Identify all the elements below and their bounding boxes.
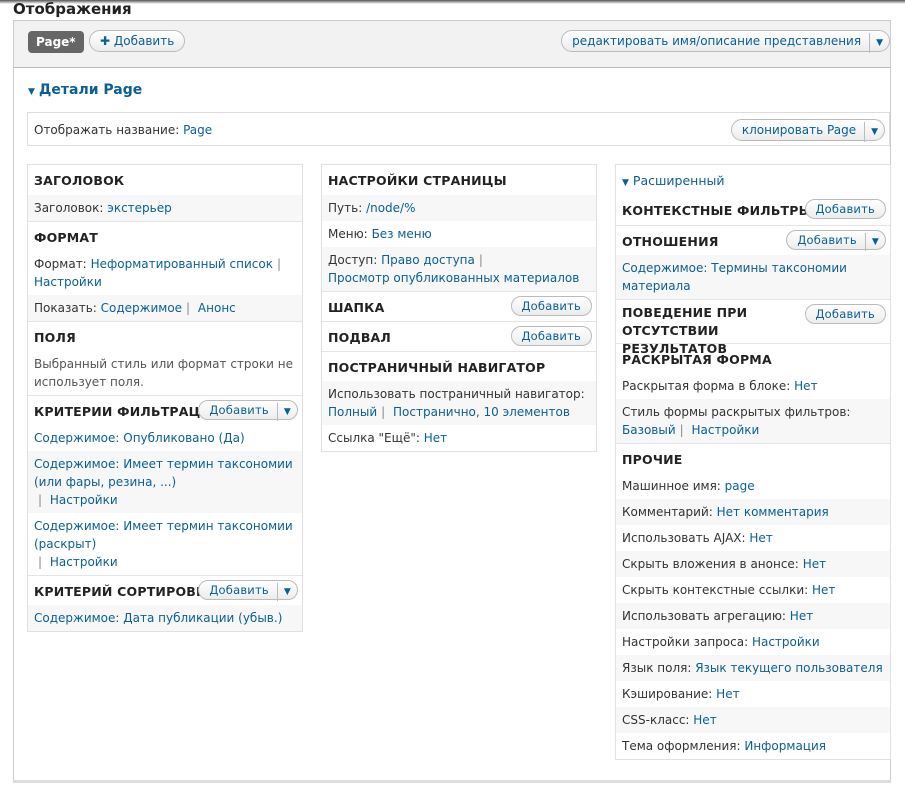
triangle-down-icon: ▼ xyxy=(622,178,629,188)
add-empty-behavior-button[interactable]: Добавить xyxy=(804,304,886,324)
display-tabs-bar: Page* ✚ Добавить редактировать имя/описа… xyxy=(13,20,891,68)
column-page-settings: НАСТРОЙКИ СТРАНИЦЫ Путь: /node/% Меню: Б… xyxy=(321,164,597,452)
triangle-down-icon: ▼ xyxy=(28,87,35,97)
section-fields-head: ПОЛЯ xyxy=(28,321,302,351)
other-value-link[interactable]: Нет xyxy=(716,687,739,701)
chevron-down-icon[interactable]: ▼ xyxy=(864,233,885,251)
section-other-head: ПРОЧИЕ xyxy=(616,443,890,473)
filter-item-link[interactable]: Содержимое: Имеет термин таксономии (или… xyxy=(34,457,293,489)
section-exposed-head: РАСКРЫТАЯ ФОРМА xyxy=(616,343,890,373)
exposed-style-link[interactable]: Базовый xyxy=(622,423,676,437)
clone-display-button[interactable]: клонировать Page ▼ xyxy=(730,119,885,142)
other-value-link[interactable]: Нет xyxy=(790,609,813,623)
format-settings-link[interactable]: Настройки xyxy=(34,275,102,289)
filter-item-link[interactable]: Содержимое: Опубликовано (Да) xyxy=(34,431,245,445)
tab-page[interactable]: Page* xyxy=(28,31,84,53)
edit-view-name-button[interactable]: редактировать имя/описание представления… xyxy=(561,30,890,53)
show-mode-link[interactable]: Анонс xyxy=(198,301,236,315)
section-sort-head: КРИТЕРИЙ СОРТИРОВКИ Добавить ▼ xyxy=(28,575,302,605)
filter-settings-link[interactable]: Настройки xyxy=(50,493,118,507)
chevron-down-icon[interactable]: ▼ xyxy=(869,33,889,53)
section-context-head: КОНТЕКСТНЫЕ ФИЛЬТРЫ Добавить xyxy=(616,195,890,225)
fields-note: Выбранный стиль или формат строки не исп… xyxy=(34,357,293,389)
other-value-link[interactable]: Нет комментария xyxy=(717,505,829,519)
chevron-down-icon[interactable]: ▼ xyxy=(276,403,297,421)
add-footer-button[interactable]: Добавить xyxy=(510,326,592,346)
other-value-link[interactable]: Нет xyxy=(749,531,772,545)
filter-item-link[interactable]: Содержимое: Имеет термин таксономии (рас… xyxy=(34,519,293,551)
display-details: ▼ Детали Page Отображать название: Page к… xyxy=(13,68,891,780)
title-value-link[interactable]: экстерьер xyxy=(107,201,172,215)
section-title-head: ЗАГОЛОВОК xyxy=(34,173,125,188)
add-context-button[interactable]: Добавить xyxy=(804,199,886,219)
add-sort-button[interactable]: Добавить ▼ xyxy=(198,580,298,601)
column-basic: ЗАГОЛОВОК Заголовок: экстерьер ФОРМАТ Фо… xyxy=(27,164,303,632)
advanced-toggle[interactable]: ▼ Расширенный xyxy=(616,165,890,195)
more-link-value[interactable]: Нет xyxy=(424,431,447,445)
bottom-divider xyxy=(13,780,891,783)
other-value-link[interactable]: Нет xyxy=(812,583,835,597)
relation-item-link[interactable]: Содержимое: Термины таксономии материала xyxy=(622,261,847,293)
chevron-down-icon[interactable]: ▼ xyxy=(864,122,884,142)
section-pager-head: ПОСТРАНИЧНЫЙ НАВИГАТОР xyxy=(322,351,596,381)
add-display-button[interactable]: ✚ Добавить xyxy=(89,30,186,52)
other-value-link[interactable]: Информация xyxy=(744,739,826,753)
menu-link[interactable]: Без меню xyxy=(372,227,432,241)
other-value-link[interactable]: page xyxy=(725,479,755,493)
pager-type-link[interactable]: Полный xyxy=(328,405,377,419)
other-value-link[interactable]: Язык текущего пользователя xyxy=(695,661,882,675)
access-link[interactable]: Право доступа xyxy=(381,253,475,267)
section-filters-head: КРИТЕРИИ ФИЛЬТРАЦИИ Добавить ▼ xyxy=(28,395,302,425)
display-name-bar: Отображать название: Page клонировать Pa… xyxy=(27,112,890,146)
pager-detail-link[interactable]: Постранично, 10 элементов xyxy=(393,405,570,419)
path-link[interactable]: /node/% xyxy=(366,201,415,215)
access-detail-link[interactable]: Просмотр опубликованных материалов xyxy=(328,271,579,285)
plus-icon: ✚ xyxy=(100,34,111,48)
add-relation-button[interactable]: Добавить ▼ xyxy=(786,230,886,251)
section-header-head: ШАПКА Добавить xyxy=(322,291,596,321)
column-advanced: ▼ Расширенный КОНТЕКСТНЫЕ ФИЛЬТРЫ Добавит… xyxy=(615,164,891,760)
filter-settings-link[interactable]: Настройки xyxy=(50,555,118,569)
format-value-link[interactable]: Неформатированный список xyxy=(91,257,273,271)
section-page-settings-head: НАСТРОЙКИ СТРАНИЦЫ xyxy=(328,173,507,188)
top-shadow xyxy=(0,0,905,4)
chevron-down-icon[interactable]: ▼ xyxy=(276,583,297,601)
other-value-link[interactable]: Нет xyxy=(693,713,716,727)
page-title: Отображения xyxy=(13,0,132,18)
section-empty-head: ПОВЕДЕНИЕ ПРИ ОТСУТСТВИИ РЕЗУЛЬТАТОВ Доб… xyxy=(616,299,890,356)
add-header-button[interactable]: Добавить xyxy=(510,296,592,316)
sort-item-link[interactable]: Содержимое: Дата публикации (убыв.) xyxy=(34,611,282,625)
display-name-link[interactable]: Page xyxy=(183,123,212,137)
section-format-head: ФОРМАТ xyxy=(28,221,302,251)
section-footer-head: ПОДВАЛ Добавить xyxy=(322,321,596,351)
section-relations-head: ОТНОШЕНИЯ Добавить ▼ xyxy=(616,225,890,255)
show-value-link[interactable]: Содержимое xyxy=(101,301,182,315)
exposed-block-link[interactable]: Нет xyxy=(794,379,817,393)
other-value-link[interactable]: Настройки xyxy=(752,635,820,649)
other-value-link[interactable]: Нет xyxy=(803,557,826,571)
add-filter-button[interactable]: Добавить ▼ xyxy=(198,400,298,421)
details-toggle[interactable]: ▼ Детали Page xyxy=(28,82,142,98)
exposed-settings-link[interactable]: Настройки xyxy=(692,423,760,437)
